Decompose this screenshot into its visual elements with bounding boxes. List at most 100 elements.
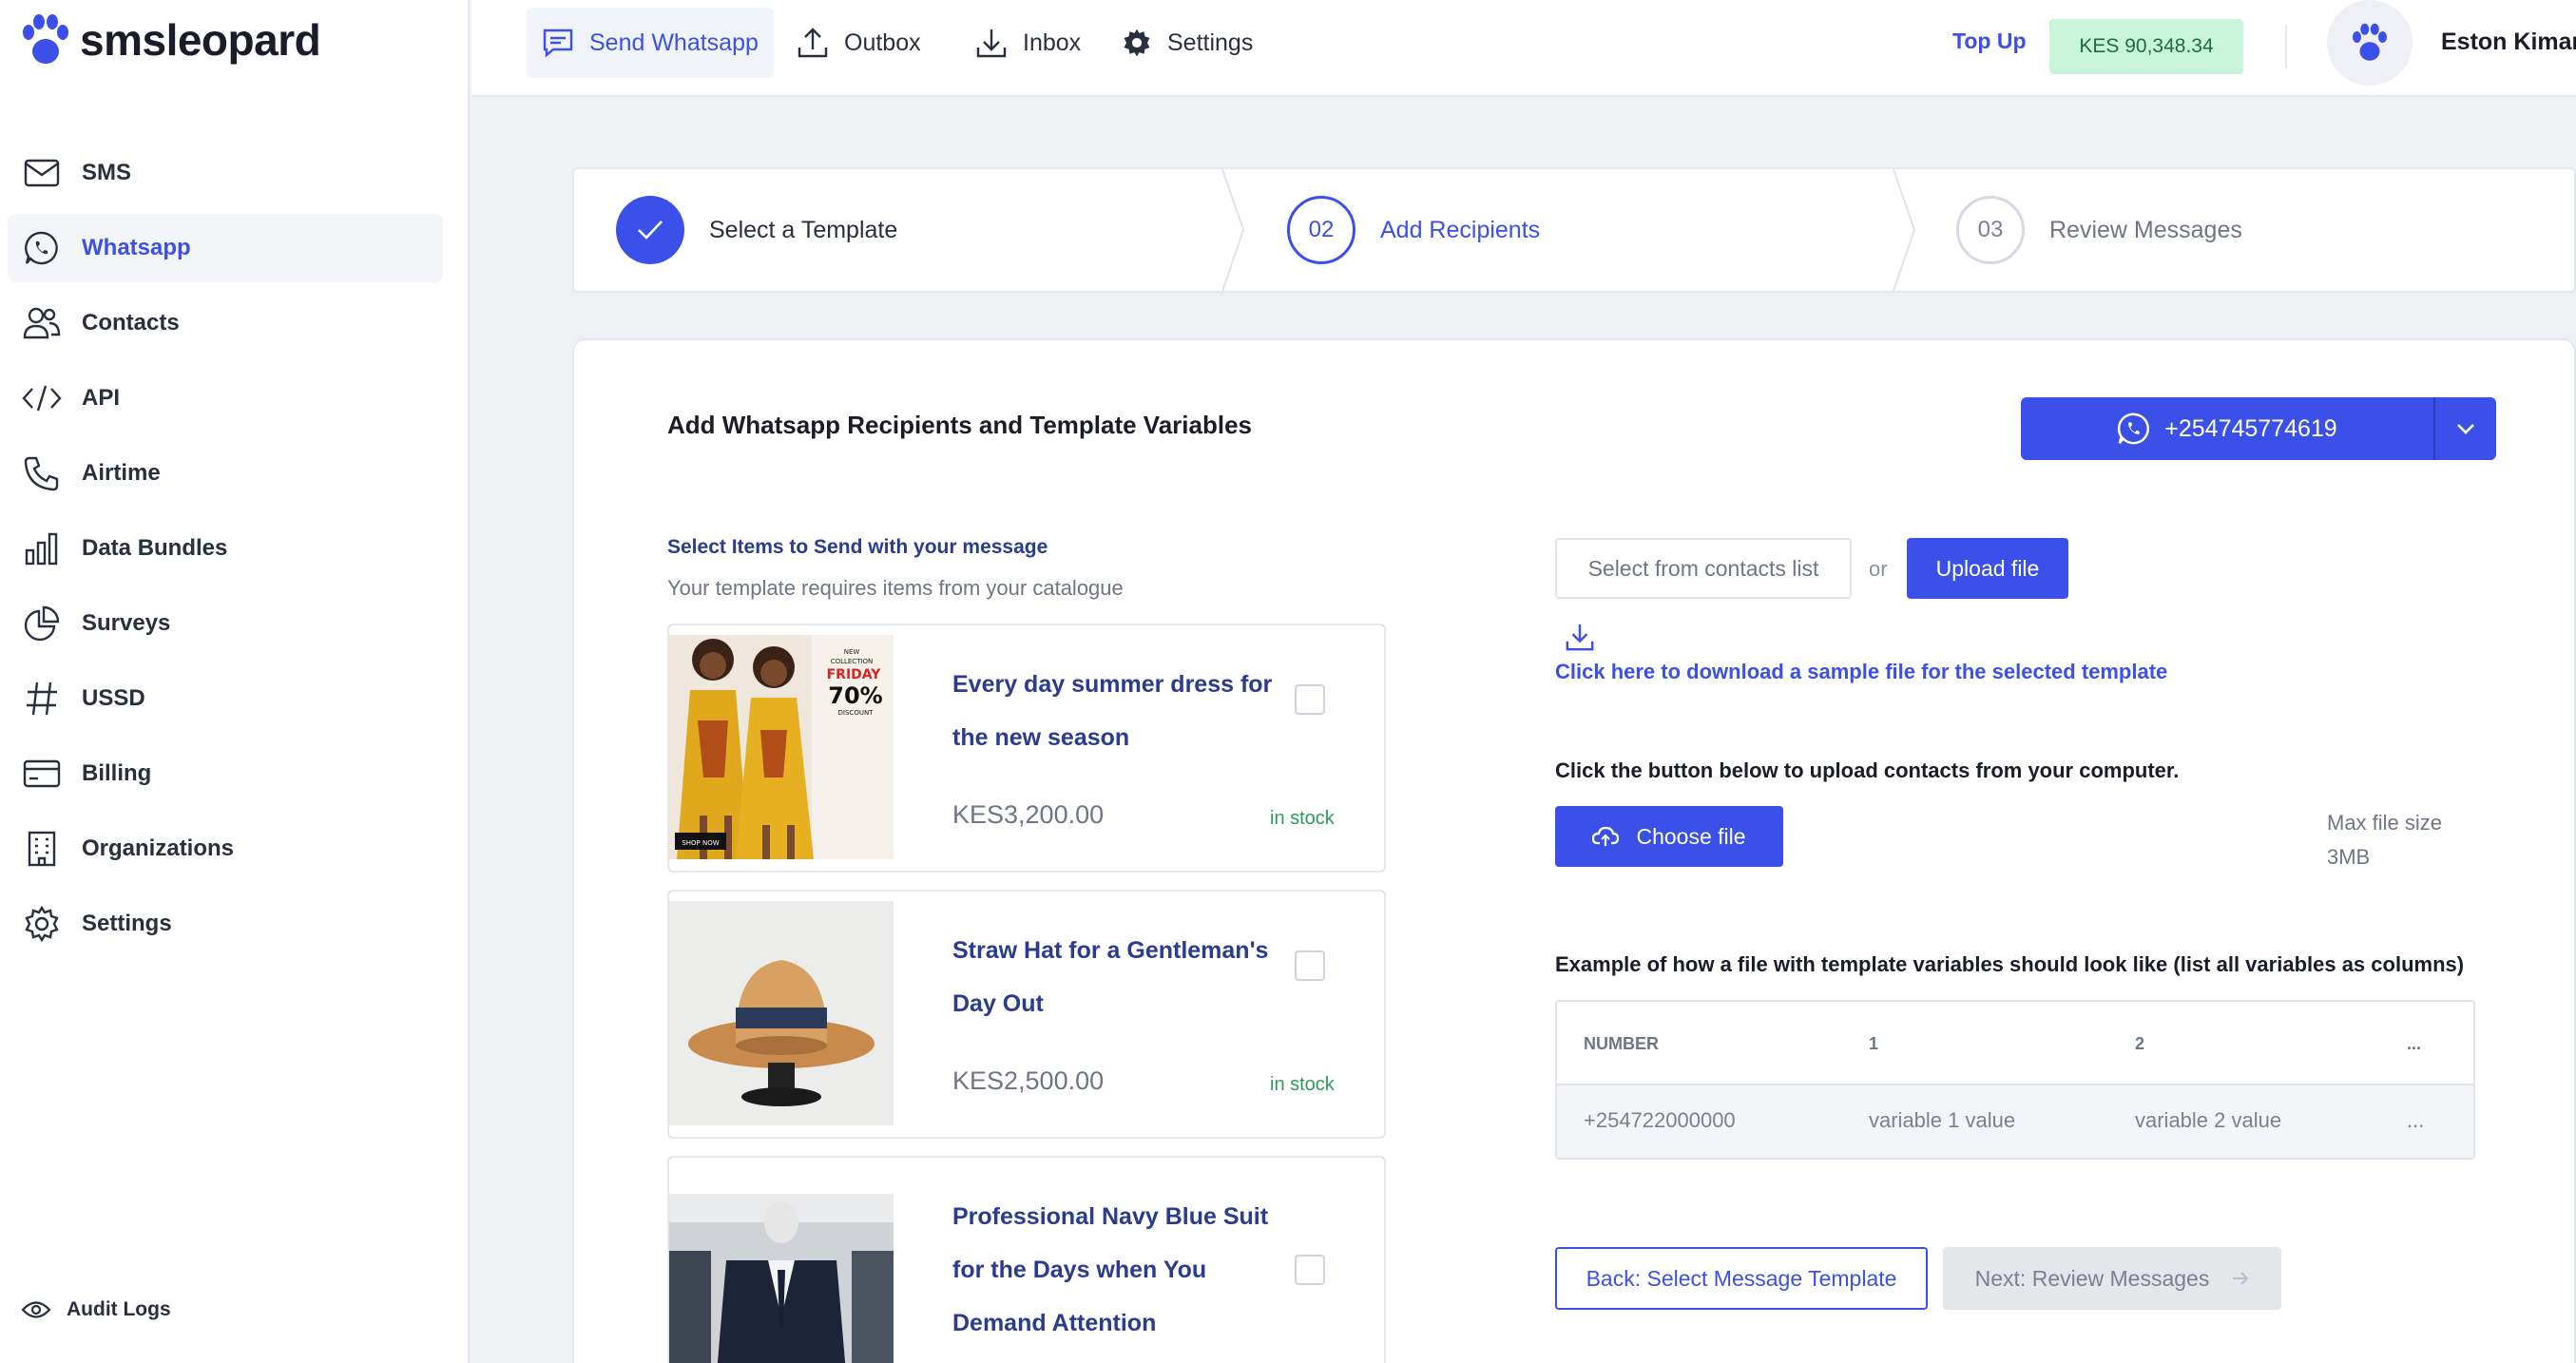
download-icon [976,29,1007,58]
hash-icon [21,678,63,720]
audit-logs-label: Audit Logs [67,1298,171,1320]
message-icon [543,29,573,58]
product-price: KES2,500.00 [952,1066,1105,1095]
building-icon [21,828,63,870]
svg-text:NEW: NEW [844,648,860,656]
max-size-value: 3MB [2327,845,2371,869]
tab-settings[interactable]: Settings [1106,8,1268,78]
phone-icon [21,452,63,494]
or-separator: or [1869,557,1888,581]
sidebar-nav: SMS Whatsapp Contacts API Airtime Data B… [8,139,443,965]
top-up-link[interactable]: Top Up [1952,29,2027,54]
example-caption: Example of how a file with template vari… [1555,952,2465,976]
mail-icon [21,152,63,194]
user-name[interactable]: Eston Kiman [2441,29,2576,56]
step-label: Review Messages [2049,216,2242,243]
download-sample-link[interactable]: Click here to download a sample file for… [1555,660,2167,684]
sidebar-item-label: SMS [82,160,132,185]
page-title: Add Whatsapp Recipients and Template Var… [667,411,1252,439]
sidebar-item-settings[interactable]: Settings [8,890,443,958]
back-button[interactable]: Back: Select Message Template [1555,1247,1928,1310]
users-icon [21,302,63,344]
choose-file-label: Choose file [1636,823,1746,849]
sender-number-button[interactable]: +254745774619 [2021,397,2433,460]
stock-status: in stock [1270,1074,1335,1095]
audit-logs-link[interactable]: Audit Logs [21,1298,171,1321]
sidebar-item-label: Contacts [82,310,180,336]
hat-image [669,901,894,1125]
sidebar-item-api[interactable]: API [8,364,443,432]
pie-chart-icon [21,603,63,644]
sidebar-item-organizations[interactable]: Organizations [8,815,443,883]
chevron-down-icon [2457,424,2474,434]
dress-image: SHOP NOW NEW COLLECTION FRIDAY 70% DISCO… [669,635,894,859]
tab-send-whatsapp[interactable]: Send Whatsapp [527,8,774,78]
table-row: +254722000000 variable 1 value variable … [1557,1085,2473,1158]
balance-badge: KES 90,348.34 [2049,19,2243,74]
download-icon[interactable] [1565,622,1595,657]
table-header: NUMBER 1 2 ... [1557,1002,2473,1085]
top-bar: Send Whatsapp Outbox Inbox Settings Top … [471,0,2576,97]
sidebar-item-label: Data Bundles [82,535,228,561]
sidebar-item-contacts[interactable]: Contacts [8,289,443,357]
sender-number-dropdown[interactable]: +254745774619 [2021,397,2496,460]
example-table: NUMBER 1 2 ... +254722000000 variable 1 … [1555,1000,2475,1160]
product-card[interactable]: Professional Navy Blue Suit for the Days… [667,1156,1386,1363]
upload-icon [798,28,828,58]
paw-logo-icon [23,14,68,64]
catalogue-heading: Select Items to Send with your message [667,536,1048,558]
upload-instruction: Click the button below to upload contact… [1555,758,2180,782]
table-cell: ... [2407,1108,2425,1132]
product-select-checkbox[interactable] [1295,684,1325,715]
sidebar: smsleopard SMS Whatsapp Contacts API Air… [0,0,470,1363]
product-title: Professional Navy Blue Suit for the Days… [952,1203,1269,1336]
svg-text:COLLECTION: COLLECTION [831,658,874,665]
max-size-label: Max file size [2327,811,2443,835]
recipients-card: Add Whatsapp Recipients and Template Var… [572,338,2576,1363]
step-select-template[interactable]: Select a Template [616,169,897,291]
tab-outbox[interactable]: Outbox [781,8,936,78]
product-card[interactable]: Straw Hat for a Gentleman's Day Out KES2… [667,890,1386,1139]
sidebar-item-sms[interactable]: SMS [8,139,443,207]
table-cell: variable 1 value [1869,1108,2016,1132]
step-add-recipients[interactable]: 02 Add Recipients [1287,169,1540,291]
avatar[interactable] [2327,0,2413,86]
table-header-cell: NUMBER [1584,1034,1659,1053]
upload-file-button[interactable]: Upload file [1907,538,2068,599]
select-contacts-button[interactable]: Select from contacts list [1555,538,1852,599]
sidebar-item-label: Whatsapp [82,235,191,260]
next-button[interactable]: Next: Review Messages [1943,1247,2281,1310]
tab-label: Settings [1167,29,1254,56]
brand-logo[interactable]: smsleopard [21,13,321,67]
product-title: Straw Hat for a Gentleman's Day Out [952,937,1269,1017]
svg-text:70%: 70% [828,682,882,709]
cloud-upload-icon [1592,826,1620,846]
svg-text:DISCOUNT: DISCOUNT [838,709,875,717]
sidebar-item-airtime[interactable]: Airtime [8,439,443,508]
sidebar-item-billing[interactable]: Billing [8,739,443,808]
sidebar-item-label: Surveys [82,610,171,636]
product-select-checkbox[interactable] [1295,1255,1325,1285]
sidebar-item-data-bundles[interactable]: Data Bundles [8,514,443,583]
suit-image [669,1194,894,1363]
choose-file-button[interactable]: Choose file [1555,806,1783,867]
sidebar-item-surveys[interactable]: Surveys [8,589,443,658]
tab-inbox[interactable]: Inbox [960,8,1096,78]
max-file-size: Max file size 3MB [2327,806,2517,874]
sidebar-item-ussd[interactable]: USSD [8,664,443,733]
svg-text:FRIDAY: FRIDAY [827,667,882,682]
product-card[interactable]: SHOP NOW NEW COLLECTION FRIDAY 70% DISCO… [667,624,1386,873]
tab-label: Send Whatsapp [589,29,759,56]
bar-chart-icon [21,528,63,569]
sidebar-item-label: Billing [82,760,152,786]
sidebar-item-whatsapp[interactable]: Whatsapp [8,214,443,282]
progress-stepper: Select a Template 02 Add Recipients 03 R… [572,167,2576,293]
sidebar-item-label: API [82,385,121,411]
divider [2285,25,2287,68]
sender-dropdown-toggle[interactable] [2433,397,2496,460]
gear-icon [1124,29,1150,57]
step-review-messages[interactable]: 03 Review Messages [1956,169,2242,291]
tab-label: Outbox [844,29,921,56]
product-select-checkbox[interactable] [1295,950,1325,981]
gear-icon [21,903,63,945]
